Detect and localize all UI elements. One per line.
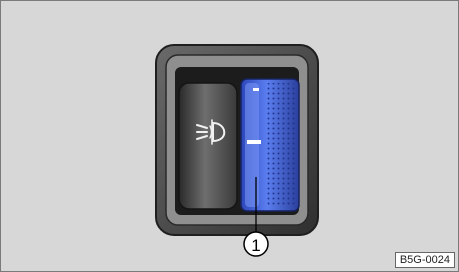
switch-illustration: 1 <box>155 44 319 257</box>
thumbwheel-marker-top <box>253 88 259 91</box>
figure-code-label: B5G-0024 <box>394 252 455 268</box>
thumbwheel-highlight <box>245 83 259 207</box>
figure-frame: 1 B5G-0024 <box>0 0 459 272</box>
thumbwheel-grip <box>265 83 295 207</box>
callout-number: 1 <box>251 236 260 255</box>
fog-light-button[interactable] <box>178 82 238 210</box>
thumbwheel-marker-center <box>247 140 261 144</box>
